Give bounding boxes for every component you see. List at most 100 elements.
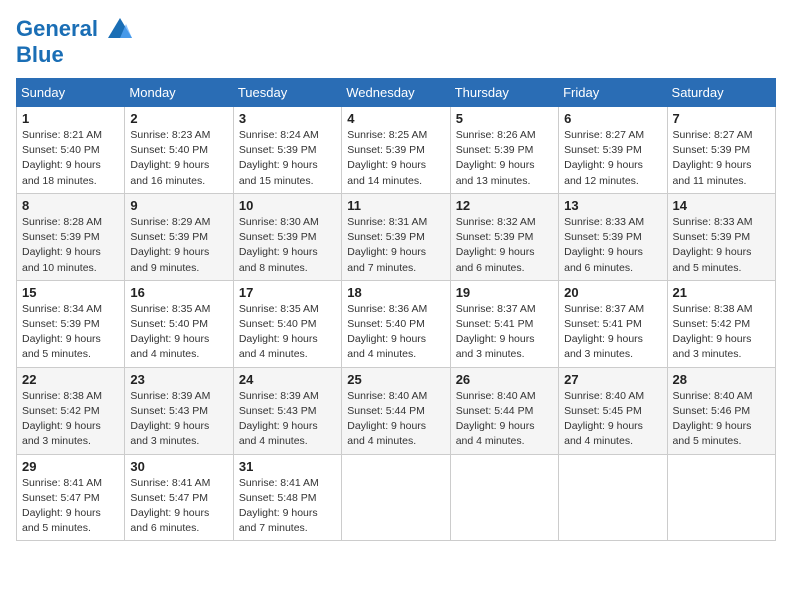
- daylight-label: Daylight: 9 hours and 5 minutes.: [673, 246, 752, 273]
- daylight-label: Daylight: 9 hours and 16 minutes.: [130, 159, 209, 186]
- day-info: Sunrise: 8:39 AM Sunset: 5:43 PM Dayligh…: [239, 389, 336, 450]
- sunset-label: Sunset: 5:42 PM: [673, 318, 751, 330]
- day-info: Sunrise: 8:30 AM Sunset: 5:39 PM Dayligh…: [239, 215, 336, 276]
- sunset-label: Sunset: 5:43 PM: [239, 405, 317, 417]
- daylight-label: Daylight: 9 hours and 6 minutes.: [564, 246, 643, 273]
- day-info: Sunrise: 8:38 AM Sunset: 5:42 PM Dayligh…: [673, 302, 770, 363]
- day-number: 26: [456, 372, 553, 387]
- sunrise-label: Sunrise: 8:32 AM: [456, 216, 536, 228]
- sunrise-label: Sunrise: 8:37 AM: [456, 303, 536, 315]
- sunrise-label: Sunrise: 8:21 AM: [22, 129, 102, 141]
- day-number: 29: [22, 459, 119, 474]
- day-cell-4: 4 Sunrise: 8:25 AM Sunset: 5:39 PM Dayli…: [342, 107, 450, 194]
- day-cell-17: 17 Sunrise: 8:35 AM Sunset: 5:40 PM Dayl…: [233, 280, 341, 367]
- day-cell-9: 9 Sunrise: 8:29 AM Sunset: 5:39 PM Dayli…: [125, 193, 233, 280]
- sunset-label: Sunset: 5:41 PM: [564, 318, 642, 330]
- day-info: Sunrise: 8:28 AM Sunset: 5:39 PM Dayligh…: [22, 215, 119, 276]
- logo: General Blue: [16, 16, 134, 66]
- daylight-label: Daylight: 9 hours and 14 minutes.: [347, 159, 426, 186]
- day-info: Sunrise: 8:36 AM Sunset: 5:40 PM Dayligh…: [347, 302, 444, 363]
- sunrise-label: Sunrise: 8:41 AM: [130, 477, 210, 489]
- day-info: Sunrise: 8:41 AM Sunset: 5:47 PM Dayligh…: [22, 476, 119, 537]
- daylight-label: Daylight: 9 hours and 11 minutes.: [673, 159, 752, 186]
- sunrise-label: Sunrise: 8:35 AM: [239, 303, 319, 315]
- sunset-label: Sunset: 5:39 PM: [673, 231, 751, 243]
- day-info: Sunrise: 8:38 AM Sunset: 5:42 PM Dayligh…: [22, 389, 119, 450]
- sunrise-label: Sunrise: 8:38 AM: [673, 303, 753, 315]
- col-header-wednesday: Wednesday: [342, 79, 450, 107]
- day-number: 5: [456, 111, 553, 126]
- day-cell-19: 19 Sunrise: 8:37 AM Sunset: 5:41 PM Dayl…: [450, 280, 558, 367]
- daylight-label: Daylight: 9 hours and 7 minutes.: [347, 246, 426, 273]
- daylight-label: Daylight: 9 hours and 3 minutes.: [456, 333, 535, 360]
- daylight-label: Daylight: 9 hours and 18 minutes.: [22, 159, 101, 186]
- day-number: 17: [239, 285, 336, 300]
- day-info: Sunrise: 8:29 AM Sunset: 5:39 PM Dayligh…: [130, 215, 227, 276]
- sunset-label: Sunset: 5:39 PM: [22, 231, 100, 243]
- sunrise-label: Sunrise: 8:27 AM: [564, 129, 644, 141]
- day-cell-28: 28 Sunrise: 8:40 AM Sunset: 5:46 PM Dayl…: [667, 367, 775, 454]
- sunset-label: Sunset: 5:40 PM: [130, 144, 208, 156]
- sunrise-label: Sunrise: 8:37 AM: [564, 303, 644, 315]
- daylight-label: Daylight: 9 hours and 3 minutes.: [130, 420, 209, 447]
- sunset-label: Sunset: 5:48 PM: [239, 492, 317, 504]
- day-info: Sunrise: 8:40 AM Sunset: 5:44 PM Dayligh…: [347, 389, 444, 450]
- daylight-label: Daylight: 9 hours and 4 minutes.: [130, 333, 209, 360]
- day-cell-15: 15 Sunrise: 8:34 AM Sunset: 5:39 PM Dayl…: [17, 280, 125, 367]
- sunrise-label: Sunrise: 8:36 AM: [347, 303, 427, 315]
- col-header-thursday: Thursday: [450, 79, 558, 107]
- empty-cell: [342, 454, 450, 541]
- col-header-friday: Friday: [559, 79, 667, 107]
- day-number: 12: [456, 198, 553, 213]
- col-header-saturday: Saturday: [667, 79, 775, 107]
- sunrise-label: Sunrise: 8:27 AM: [673, 129, 753, 141]
- sunset-label: Sunset: 5:39 PM: [456, 144, 534, 156]
- day-info: Sunrise: 8:40 AM Sunset: 5:45 PM Dayligh…: [564, 389, 661, 450]
- day-number: 8: [22, 198, 119, 213]
- col-header-sunday: Sunday: [17, 79, 125, 107]
- day-cell-26: 26 Sunrise: 8:40 AM Sunset: 5:44 PM Dayl…: [450, 367, 558, 454]
- sunrise-label: Sunrise: 8:28 AM: [22, 216, 102, 228]
- sunset-label: Sunset: 5:40 PM: [239, 318, 317, 330]
- sunrise-label: Sunrise: 8:23 AM: [130, 129, 210, 141]
- sunrise-label: Sunrise: 8:40 AM: [673, 390, 753, 402]
- day-number: 10: [239, 198, 336, 213]
- sunrise-label: Sunrise: 8:35 AM: [130, 303, 210, 315]
- day-info: Sunrise: 8:31 AM Sunset: 5:39 PM Dayligh…: [347, 215, 444, 276]
- sunrise-label: Sunrise: 8:33 AM: [564, 216, 644, 228]
- day-info: Sunrise: 8:23 AM Sunset: 5:40 PM Dayligh…: [130, 128, 227, 189]
- calendar-week-1: 1 Sunrise: 8:21 AM Sunset: 5:40 PM Dayli…: [17, 107, 776, 194]
- day-number: 4: [347, 111, 444, 126]
- sunset-label: Sunset: 5:40 PM: [22, 144, 100, 156]
- sunrise-label: Sunrise: 8:34 AM: [22, 303, 102, 315]
- sunrise-label: Sunrise: 8:29 AM: [130, 216, 210, 228]
- daylight-label: Daylight: 9 hours and 4 minutes.: [239, 420, 318, 447]
- day-number: 14: [673, 198, 770, 213]
- daylight-label: Daylight: 9 hours and 4 minutes.: [347, 333, 426, 360]
- sunset-label: Sunset: 5:44 PM: [347, 405, 425, 417]
- day-cell-1: 1 Sunrise: 8:21 AM Sunset: 5:40 PM Dayli…: [17, 107, 125, 194]
- day-cell-22: 22 Sunrise: 8:38 AM Sunset: 5:42 PM Dayl…: [17, 367, 125, 454]
- col-header-tuesday: Tuesday: [233, 79, 341, 107]
- day-cell-23: 23 Sunrise: 8:39 AM Sunset: 5:43 PM Dayl…: [125, 367, 233, 454]
- day-info: Sunrise: 8:37 AM Sunset: 5:41 PM Dayligh…: [564, 302, 661, 363]
- sunrise-label: Sunrise: 8:26 AM: [456, 129, 536, 141]
- day-number: 2: [130, 111, 227, 126]
- day-cell-10: 10 Sunrise: 8:30 AM Sunset: 5:39 PM Dayl…: [233, 193, 341, 280]
- day-cell-5: 5 Sunrise: 8:26 AM Sunset: 5:39 PM Dayli…: [450, 107, 558, 194]
- day-number: 1: [22, 111, 119, 126]
- day-cell-20: 20 Sunrise: 8:37 AM Sunset: 5:41 PM Dayl…: [559, 280, 667, 367]
- day-cell-13: 13 Sunrise: 8:33 AM Sunset: 5:39 PM Dayl…: [559, 193, 667, 280]
- day-cell-30: 30 Sunrise: 8:41 AM Sunset: 5:47 PM Dayl…: [125, 454, 233, 541]
- daylight-label: Daylight: 9 hours and 4 minutes.: [347, 420, 426, 447]
- day-cell-18: 18 Sunrise: 8:36 AM Sunset: 5:40 PM Dayl…: [342, 280, 450, 367]
- empty-cell: [450, 454, 558, 541]
- day-cell-21: 21 Sunrise: 8:38 AM Sunset: 5:42 PM Dayl…: [667, 280, 775, 367]
- daylight-label: Daylight: 9 hours and 3 minutes.: [22, 420, 101, 447]
- empty-cell: [667, 454, 775, 541]
- sunrise-label: Sunrise: 8:40 AM: [564, 390, 644, 402]
- col-header-monday: Monday: [125, 79, 233, 107]
- sunset-label: Sunset: 5:39 PM: [22, 318, 100, 330]
- day-number: 18: [347, 285, 444, 300]
- daylight-label: Daylight: 9 hours and 6 minutes.: [456, 246, 535, 273]
